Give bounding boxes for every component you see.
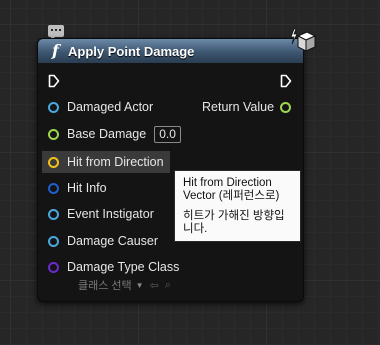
float-pin-icon[interactable] bbox=[280, 101, 292, 113]
tooltip-description: 히트가 가해진 방향입니다. bbox=[183, 210, 285, 235]
pin-label: Hit from Direction bbox=[67, 155, 164, 169]
pin-hit-info[interactable]: Hit Info bbox=[38, 178, 107, 198]
pin-event-instigator[interactable]: Event Instigator bbox=[38, 204, 154, 224]
server-authority-icon bbox=[290, 28, 317, 52]
pin-return-value[interactable]: Return Value bbox=[202, 97, 292, 117]
pin-base-damage[interactable]: Base Damage 0.0 bbox=[38, 124, 181, 144]
object-pin-icon[interactable] bbox=[48, 101, 59, 113]
pin-label: Hit Info bbox=[67, 181, 107, 195]
class-pin-icon[interactable] bbox=[48, 261, 59, 273]
pin-label: Damage Causer bbox=[67, 234, 159, 248]
comment-icon[interactable] bbox=[48, 25, 64, 41]
function-icon: f bbox=[52, 41, 59, 60]
vector-pin-icon[interactable] bbox=[48, 156, 59, 168]
object-pin-icon[interactable] bbox=[48, 235, 59, 247]
float-pin-icon[interactable] bbox=[48, 128, 59, 140]
node-header[interactable]: f Apply Point Damage bbox=[38, 39, 303, 63]
pin-label: Return Value bbox=[202, 100, 275, 114]
dropdown-value: 클래스 선택 bbox=[78, 280, 132, 292]
tooltip-type: Vector (레퍼런스로) bbox=[183, 190, 280, 202]
use-selected-arrow-icon[interactable]: ⇦ bbox=[150, 279, 159, 292]
browse-search-icon[interactable]: ⌕ bbox=[165, 279, 171, 292]
pin-label: Event Instigator bbox=[67, 207, 154, 221]
tooltip-title: Hit from Direction bbox=[183, 177, 272, 189]
pin-tooltip: Hit from Direction Vector (레퍼런스로) 히트가 가해… bbox=[174, 170, 301, 242]
pin-damage-causer[interactable]: Damage Causer bbox=[38, 231, 158, 251]
chevron-down-icon: ▼ bbox=[135, 280, 144, 290]
pin-damaged-actor[interactable]: Damaged Actor bbox=[38, 97, 153, 117]
damage-type-class-dropdown[interactable]: 클래스 선택 ▼ ⇦ ⌕ bbox=[78, 277, 171, 293]
node-title: Apply Point Damage bbox=[68, 44, 195, 59]
exec-in-pin[interactable] bbox=[48, 71, 60, 91]
exec-out-pin[interactable] bbox=[280, 71, 292, 91]
object-pin-icon[interactable] bbox=[48, 208, 59, 220]
pin-damage-type-class[interactable]: Damage Type Class bbox=[38, 257, 179, 277]
base-damage-input[interactable]: 0.0 bbox=[154, 125, 181, 143]
pin-label: Damaged Actor bbox=[67, 100, 154, 114]
pin-label: Base Damage bbox=[67, 127, 147, 141]
struct-pin-icon[interactable] bbox=[48, 182, 59, 194]
pin-label: Damage Type Class bbox=[67, 260, 180, 274]
pin-hit-from-direction[interactable]: Hit from Direction bbox=[38, 152, 164, 172]
